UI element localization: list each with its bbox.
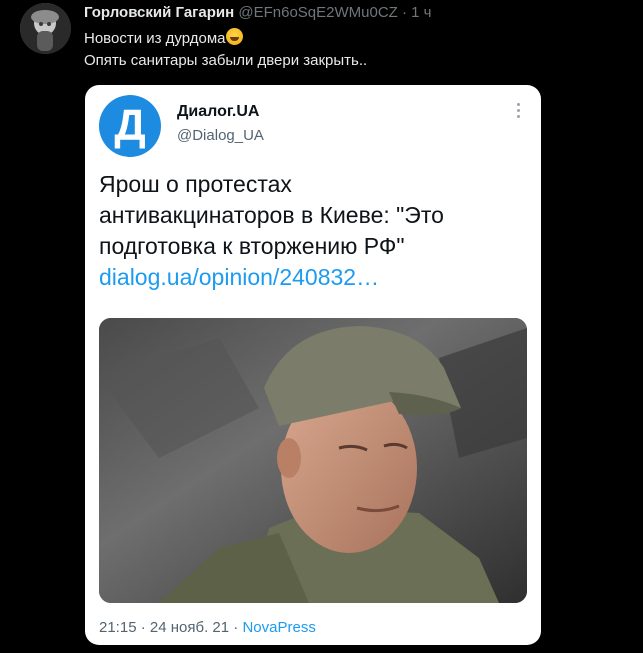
quoted-footer: 21:15 · 24 нояб. 21 · NovaPress [99, 619, 316, 636]
author-handle[interactable]: @EFn6oSqE2WMu0CZ [238, 4, 397, 21]
footer-separator-1: · [140, 619, 146, 636]
headline-line-2: антивакцинаторов в Киеве: "Это [99, 202, 444, 228]
footer-source-link[interactable]: NovaPress [242, 619, 315, 636]
tweet-text-line-1-text: Новости из дурдома [84, 30, 226, 47]
footer-time: 21:15 [99, 619, 137, 636]
quoted-tweet-card[interactable]: Д Диалог.UA @Dialog_UA Ярош о протестах … [85, 85, 541, 645]
footer-separator-2: · [233, 619, 239, 636]
tweet-text: Новости из дурдома Опять санитары забыли… [84, 28, 367, 72]
avatar-image [20, 3, 71, 54]
header-separator: · [402, 4, 407, 21]
quoted-author-handle[interactable]: @Dialog_UA [177, 127, 264, 144]
footer-date: 24 нояб. 21 [149, 619, 230, 636]
quoted-headline: Ярош о протестах антивакцинаторов в Киев… [99, 169, 529, 293]
laughing-tears-emoji-icon [225, 28, 243, 45]
more-options-icon[interactable] [517, 103, 521, 121]
author-name[interactable]: Горловский Гагарин [84, 4, 234, 21]
headline-line-1: Ярош о протестах [99, 171, 292, 197]
author-avatar[interactable] [20, 3, 71, 54]
dialog-logo-avatar[interactable]: Д [99, 95, 161, 157]
article-link[interactable]: dialog.ua/opinion/240832… [99, 262, 529, 293]
headline-line-3: подготовка к вторжению РФ" [99, 233, 405, 259]
tweet-text-line-2: Опять санитары забыли двери закрыть.. [84, 52, 368, 69]
article-photo[interactable] [99, 318, 527, 603]
tweet-text-line-1: Новости из дурдома [84, 28, 367, 50]
tweet[interactable]: Горловский Гагарин @EFn6oSqE2WMu0CZ · 1 … [0, 0, 643, 653]
quoted-author-name[interactable]: Диалог.UA [177, 103, 259, 121]
tweet-header: Горловский Гагарин @EFn6oSqE2WMu0CZ · 1 … [84, 4, 432, 22]
tweet-time[interactable]: 1 ч [411, 4, 431, 21]
